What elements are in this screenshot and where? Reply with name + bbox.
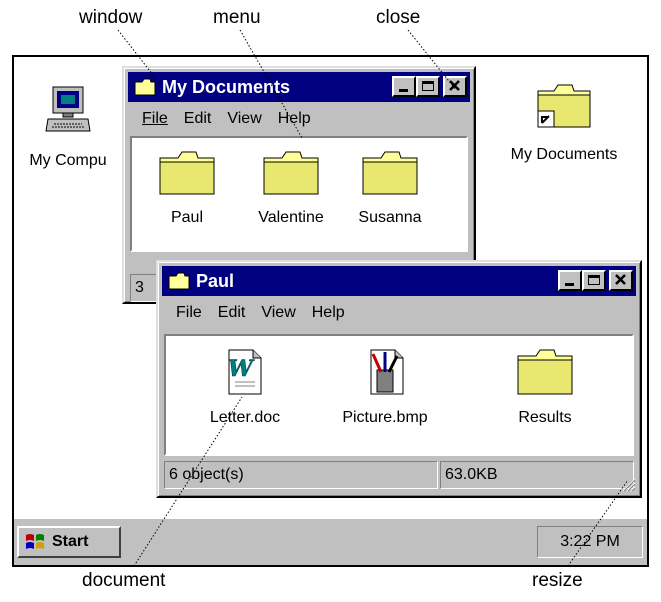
desktop-icon-my-computer[interactable]: My Compu	[14, 85, 126, 170]
menu-file[interactable]: File	[176, 304, 202, 322]
file-label: Paul	[170, 209, 204, 226]
folder-icon	[262, 150, 320, 201]
file-label: Susanna	[358, 209, 422, 226]
file-label: Valentine	[258, 209, 324, 226]
taskbar-clock: 3:22 PM	[537, 526, 643, 558]
window-title: My Documents	[162, 76, 291, 97]
close-button[interactable]	[443, 76, 467, 97]
start-button[interactable]: Start	[17, 526, 121, 558]
windows-logo-icon	[24, 532, 48, 552]
folder-icon	[158, 150, 216, 201]
folder-icon	[361, 150, 419, 201]
minimize-button[interactable]	[392, 76, 416, 97]
callout-document: document	[82, 570, 166, 591]
file-item[interactable]: Picture.bmp	[330, 348, 440, 427]
file-item[interactable]: Paul	[132, 150, 242, 227]
file-item[interactable]: Valentine	[236, 150, 346, 227]
callout-close: close	[376, 7, 421, 28]
minimize-button[interactable]	[558, 270, 582, 291]
svg-text:W: W	[228, 356, 255, 382]
callout-menu: menu	[213, 7, 261, 28]
callout-window: window	[79, 7, 143, 28]
taskbar: Start 3:22 PM	[14, 517, 647, 565]
file-label: Letter.doc	[209, 409, 281, 426]
window-content: Paul Valentine Susanna	[130, 136, 468, 252]
folder-icon	[168, 272, 190, 290]
window-paul[interactable]: Paul File Edit View Help W Letter.doc Pi…	[156, 260, 642, 498]
menu-help[interactable]: Help	[278, 110, 311, 128]
file-label: Results	[518, 409, 572, 426]
file-label: Picture.bmp	[342, 409, 428, 426]
maximize-button[interactable]	[416, 76, 440, 97]
folder-shortcut-icon	[536, 81, 592, 136]
status-object-count: 6 object(s)	[164, 461, 438, 489]
menu-help[interactable]: Help	[312, 304, 345, 322]
window-title-bar[interactable]: Paul	[162, 266, 636, 296]
desktop-icon-label: My Compu	[29, 152, 107, 169]
window-title-bar[interactable]: My Documents	[128, 72, 470, 102]
window-content: W Letter.doc Picture.bmp Results	[164, 334, 634, 456]
folder-icon	[516, 348, 574, 401]
menu-bar: File Edit View Help	[130, 106, 327, 132]
callout-resize: resize	[532, 570, 583, 591]
close-button[interactable]	[609, 270, 633, 291]
status-size: 63.0KB	[440, 461, 634, 489]
file-item[interactable]: Susanna	[335, 150, 445, 227]
maximize-button[interactable]	[582, 270, 606, 291]
start-label: Start	[52, 533, 89, 550]
menu-view[interactable]: View	[227, 110, 261, 128]
resize-grip-icon[interactable]	[620, 476, 636, 492]
menu-file[interactable]: File	[142, 110, 168, 128]
desktop-icon-my-documents[interactable]: My Documents	[494, 81, 634, 164]
word-document-icon: W	[225, 348, 265, 401]
computer-icon	[44, 85, 92, 142]
file-item[interactable]: Results	[490, 348, 600, 427]
folder-icon	[134, 78, 156, 96]
desktop-icon-label: My Documents	[510, 146, 618, 163]
desktop-screen: My Compu My Documents My Documents File …	[12, 55, 649, 567]
menu-edit[interactable]: Edit	[218, 304, 246, 322]
file-item[interactable]: W Letter.doc	[190, 348, 300, 427]
menu-view[interactable]: View	[261, 304, 295, 322]
window-title: Paul	[196, 270, 235, 291]
menu-bar: File Edit View Help	[164, 300, 361, 326]
paint-bitmap-icon	[363, 348, 407, 401]
menu-edit[interactable]: Edit	[184, 110, 212, 128]
